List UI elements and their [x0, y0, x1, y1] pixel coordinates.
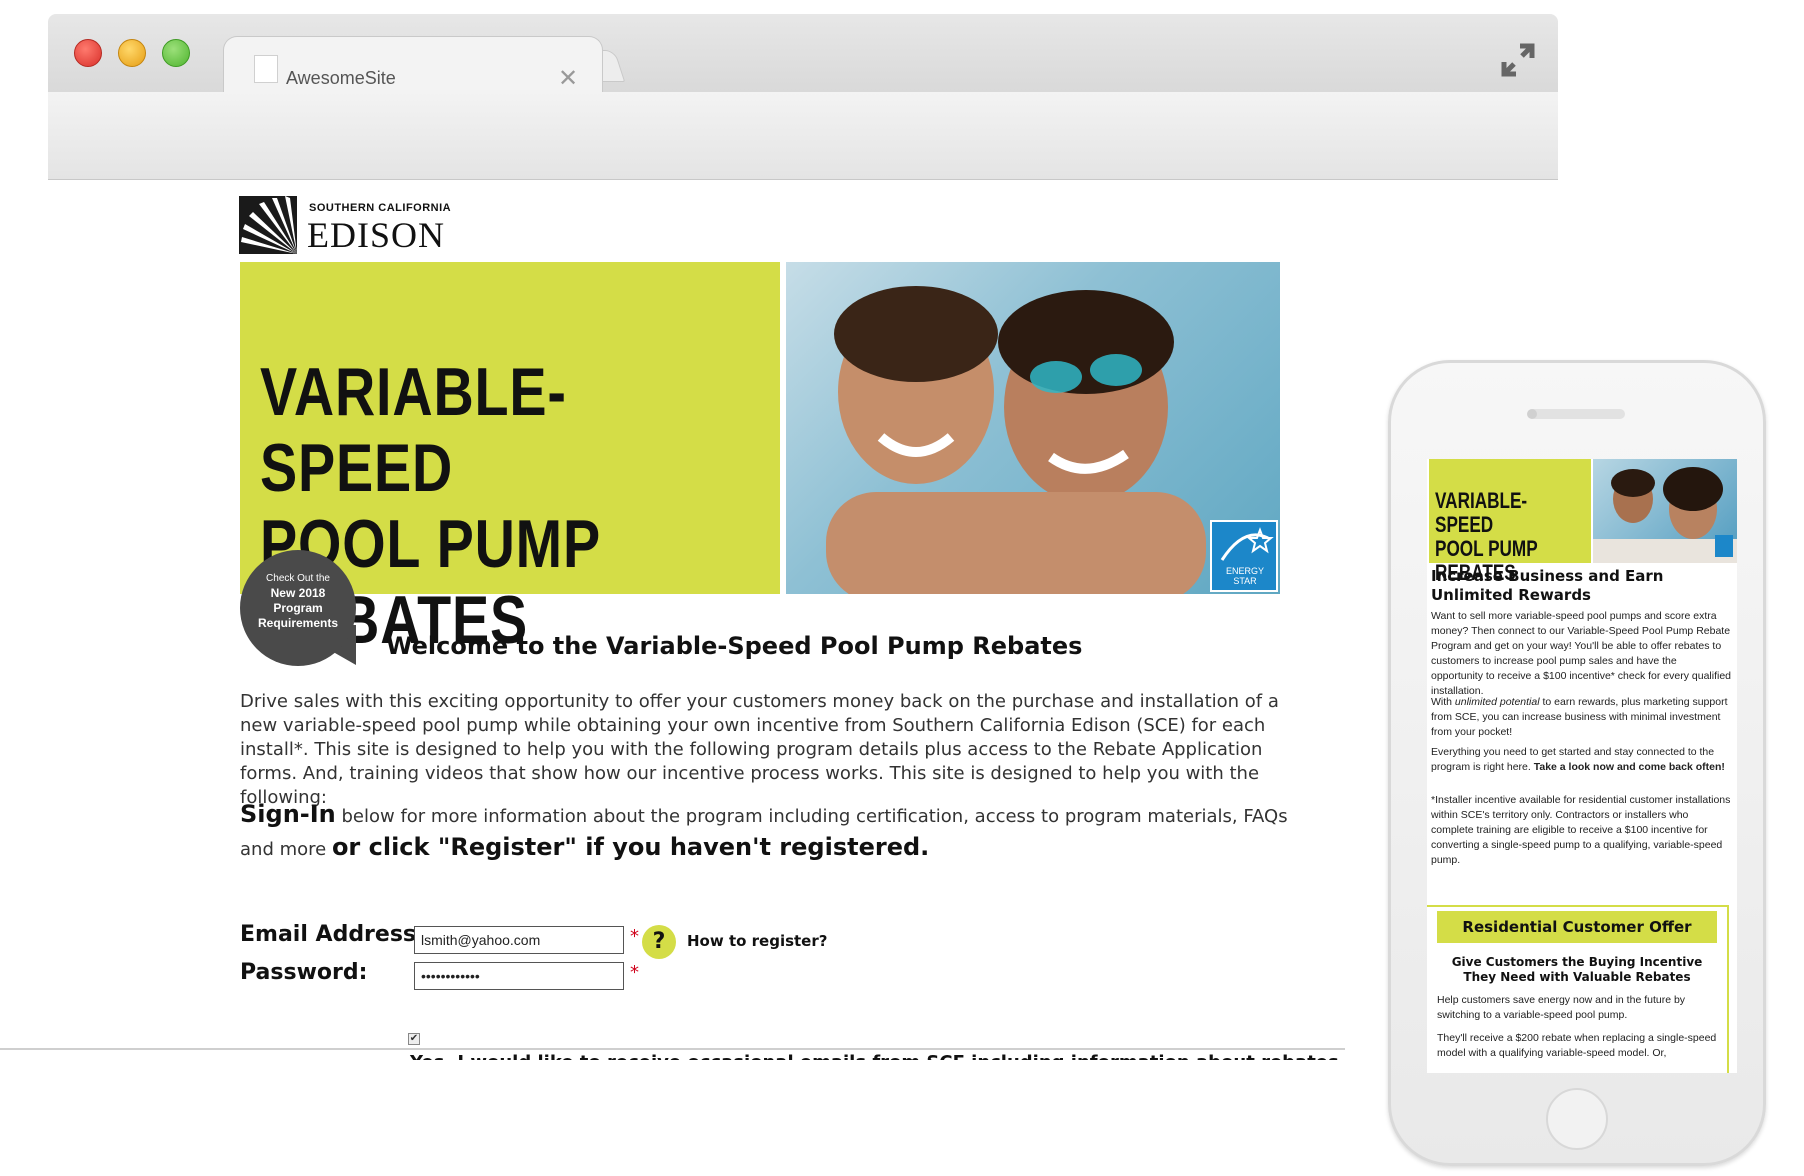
web-page: SOUTHERN CALIFORNIA EDISON VARIABLE-SPEE… [48, 180, 1558, 1060]
badge-line1: Check Out the [266, 573, 330, 584]
email-label: Email Address: [240, 922, 425, 947]
browser-tab[interactable] [223, 36, 603, 94]
energy-star-logo: ENERGY STAR [1210, 520, 1278, 592]
signin-register-text: or click "Register" if you haven't regis… [331, 833, 930, 861]
phone-camera-icon [1527, 409, 1537, 419]
signin-instructions: Sign-In below for more information about… [240, 800, 1295, 866]
fullscreen-icon[interactable] [1498, 40, 1538, 80]
mobile-hero-banner: VARIABLE-SPEED POOL PUMP REBATES [1429, 459, 1737, 585]
help-question-icon[interactable]: ? [642, 925, 676, 959]
mobile-screen: VARIABLE-SPEED POOL PUMP REBATES Increas… [1427, 459, 1737, 1073]
badge-line2: New 2018 [270, 586, 326, 600]
mobile-hero-line1: VARIABLE-SPEED [1435, 488, 1528, 537]
badge-text[interactable]: Check Out the New 2018 Program Requireme… [244, 572, 352, 631]
mobile-p2-pre: With [1431, 696, 1455, 708]
browser-titlebar: AwesomeSite ✕ [48, 14, 1558, 94]
mobile-paragraph-2: With unlimited potential to earn rewards… [1431, 695, 1731, 740]
mobile-paragraph-4: *Installer incentive available for resid… [1431, 794, 1731, 866]
email-optin-label[interactable]: Yes, I would like to receive occasional … [410, 1052, 1346, 1060]
mobile-p2-italic: unlimited potential [1454, 696, 1540, 708]
password-label: Password: [240, 960, 368, 985]
mobile-phone-frame: VARIABLE-SPEED POOL PUMP REBATES Increas… [1388, 360, 1766, 1166]
residential-offer-para-2: They'll receive a $200 rebate when repla… [1437, 1032, 1717, 1059]
hero-title-panel: VARIABLE-SPEED POOL PUMP REBATES [240, 262, 780, 658]
browser-toolbar: ← → ↻ [48, 92, 1558, 236]
password-field[interactable] [414, 962, 624, 990]
residential-offer-para-1: Help customers save energy now and in th… [1437, 994, 1686, 1021]
page-bottom-rule [0, 1048, 1345, 1050]
logo-tagline: SOUTHERN CALIFORNIA [309, 202, 452, 214]
how-to-register-link[interactable]: How to register? [687, 932, 827, 950]
browser-window: AwesomeSite ✕ ← → ↻ [48, 14, 1558, 1060]
mobile-paragraph-1: Want to sell more variable-speed pool pu… [1431, 610, 1732, 697]
sunburst-logo-icon [239, 196, 297, 254]
energy-star-label: ENERGY STAR [1225, 566, 1264, 586]
hero-banner: VARIABLE-SPEED POOL PUMP REBATES ENERGY … [240, 262, 1280, 658]
logo-wordmark: EDISON [307, 215, 445, 255]
hero-title-line1: VARIABLE-SPEED [260, 354, 567, 506]
mockup-stage: AwesomeSite ✕ ← → ↻ [0, 0, 1804, 1176]
welcome-heading: Welcome to the Variable-Speed Pool Pump … [386, 632, 1083, 660]
mobile-heading: Increase Business and Earn Unlimited Rew… [1431, 567, 1664, 604]
email-optin-checkbox[interactable]: ✔ [408, 1033, 420, 1045]
residential-offer-subtitle: Give Customers the Buying Incentive They… [1451, 955, 1703, 984]
tab-title: AwesomeSite [286, 68, 396, 88]
phone-speaker [1529, 409, 1625, 419]
close-tab-icon[interactable]: ✕ [558, 64, 578, 92]
kids-in-pool-photo: ENERGY STAR [786, 262, 1280, 594]
badge-line3: Program [273, 601, 323, 615]
maximize-window-button[interactable] [162, 39, 190, 67]
close-window-button[interactable] [74, 39, 102, 67]
password-required-mark: * [630, 962, 639, 983]
mobile-hero-title-panel: VARIABLE-SPEED POOL PUMP REBATES [1429, 459, 1591, 585]
residential-offer-title[interactable]: Residential Customer Offer [1437, 911, 1717, 943]
minimize-window-button[interactable] [118, 39, 146, 67]
signin-lead: Sign-In [240, 800, 336, 828]
edison-logo[interactable]: SOUTHERN CALIFORNIA EDISON [239, 196, 459, 256]
residential-offer-box: Residential Customer Offer Give Customer… [1427, 905, 1729, 1073]
email-required-mark: * [630, 926, 639, 947]
intro-paragraph: Drive sales with this exciting opportuni… [240, 691, 1279, 808]
mobile-hero-photo [1593, 459, 1737, 563]
badge-line4: Requirements [257, 616, 339, 630]
phone-home-button[interactable] [1546, 1088, 1608, 1150]
email-field[interactable] [414, 926, 624, 954]
page-icon [254, 55, 278, 83]
mobile-paragraph-3: Everything you need to get started and s… [1431, 745, 1731, 775]
mobile-p3-bold: Take a look now and come back often! [1533, 761, 1725, 773]
